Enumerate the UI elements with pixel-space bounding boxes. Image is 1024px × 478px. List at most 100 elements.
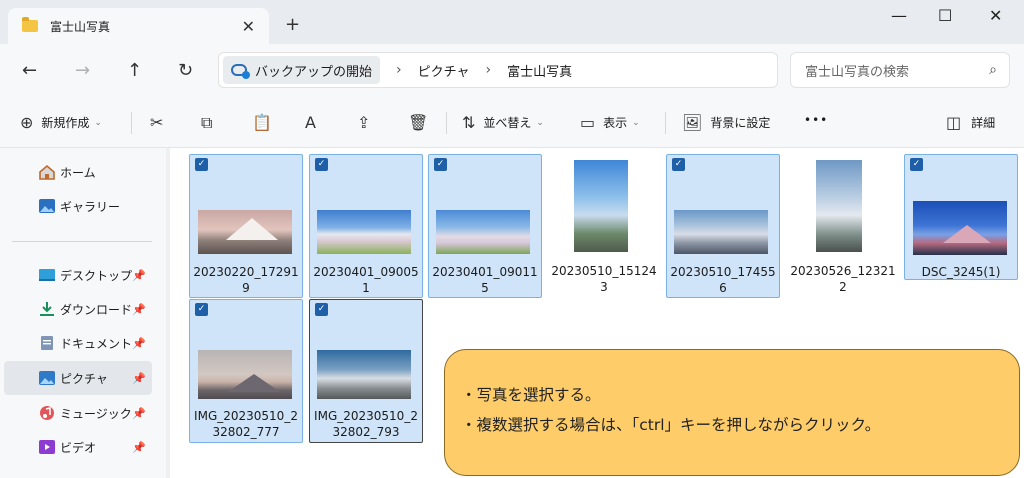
cut-icon[interactable]: ✂ bbox=[150, 113, 163, 132]
address-bar[interactable]: バックアップの開始 › ピクチャ › 富士山写真 bbox=[218, 52, 778, 88]
checkbox-checked-icon[interactable]: ✓ bbox=[910, 158, 923, 171]
divider bbox=[665, 112, 666, 134]
sidebar-item-music[interactable]: ミュージック 📌 bbox=[4, 396, 152, 430]
callout-line-1: ・写真を選択する。 bbox=[461, 386, 601, 404]
pin-icon[interactable]: 📌 bbox=[132, 303, 146, 316]
file-tile[interactable]: ✓ 20230510_17455 6 bbox=[666, 154, 780, 298]
command-bar: ⊕ 新規作成 ⌄ ✂ ⧉ 📋 A ⇪ 🗑 ⇅ 並べ替え ⌄ ▭ 表示 ⌄ 🖼 背… bbox=[0, 96, 1024, 148]
instruction-callout: ・写真を選択する。 ・複数選択する場合は、「ctrl」キーを押しながらクリック。 bbox=[444, 349, 1020, 476]
copy-icon[interactable]: ⧉ bbox=[201, 113, 212, 133]
paste-icon[interactable]: 📋 bbox=[252, 113, 272, 132]
sidebar-label: ダウンロード bbox=[60, 302, 133, 317]
details-pane-icon: ◫ bbox=[946, 113, 962, 132]
file-tile[interactable]: ✓ 20230401_09005 1 bbox=[309, 154, 423, 298]
more-options-icon[interactable]: ••• bbox=[804, 113, 828, 127]
pin-icon[interactable]: 📌 bbox=[132, 372, 146, 385]
callout-line-2: ・複数選択する場合は、「ctrl」キーを押しながらクリック。 bbox=[461, 416, 881, 434]
tab-fuji-photos[interactable]: 富士山写真 ✕ bbox=[8, 8, 269, 44]
view-icon: ▭ bbox=[580, 113, 596, 132]
cloud-backup-icon bbox=[231, 64, 250, 79]
sidebar-label: ホーム bbox=[60, 165, 96, 180]
checkbox-checked-icon[interactable]: ✓ bbox=[195, 303, 208, 316]
breadcrumb-fuji-photos[interactable]: 富士山写真 bbox=[507, 61, 572, 80]
search-input[interactable]: 富士山写真の検索 ⌕ bbox=[790, 52, 1010, 88]
file-name-cont: 32802_777 bbox=[212, 425, 280, 439]
pin-icon[interactable]: 📌 bbox=[132, 269, 146, 282]
video-icon bbox=[39, 440, 55, 454]
file-name: 20230510_17455 bbox=[670, 265, 776, 279]
breadcrumb-pictures[interactable]: ピクチャ bbox=[418, 61, 470, 80]
title-bar: 富士山写真 ✕ + — ☐ ✕ bbox=[0, 0, 1024, 44]
file-name: DSC_3245(1) bbox=[921, 265, 1001, 279]
chevron-down-icon: ⌄ bbox=[94, 117, 102, 128]
sort-button[interactable]: ⇅ 並べ替え ⌄ bbox=[462, 113, 544, 132]
file-tile[interactable]: 20230526_12321 2 bbox=[786, 154, 900, 298]
share-icon[interactable]: ⇪ bbox=[357, 113, 370, 132]
sidebar-item-downloads[interactable]: ダウンロード 📌 bbox=[4, 292, 152, 326]
close-button[interactable]: ✕ bbox=[989, 6, 1002, 25]
file-name: 20230526_12321 bbox=[790, 264, 896, 278]
pin-icon[interactable]: 📌 bbox=[132, 441, 146, 454]
back-button[interactable]: ← bbox=[22, 60, 37, 81]
file-tile[interactable]: ✓ 20230220_17291 9 bbox=[189, 154, 303, 298]
breadcrumb-root[interactable]: バックアップの開始 bbox=[223, 56, 381, 84]
plus-circle-icon: ⊕ bbox=[20, 113, 34, 132]
chevron-down-icon: ⌄ bbox=[536, 117, 544, 128]
checkbox-checked-icon[interactable]: ✓ bbox=[195, 158, 208, 171]
forward-button[interactable]: → bbox=[75, 60, 90, 81]
gallery-icon bbox=[39, 199, 55, 213]
navigation-pane: ホーム ギャラリー デスクトップ 📌 ダウンロード 📌 ドキュメント 📌 ピクチ… bbox=[0, 148, 166, 478]
breadcrumb-separator-icon[interactable]: › bbox=[486, 62, 492, 78]
checkbox-checked-icon[interactable]: ✓ bbox=[315, 158, 328, 171]
file-tile[interactable]: ✓ DSC_3245(1) bbox=[904, 154, 1018, 280]
photo-thumbnail bbox=[913, 201, 1007, 255]
breadcrumb-separator-icon[interactable]: › bbox=[396, 62, 402, 78]
refresh-button[interactable]: ↻ bbox=[178, 60, 193, 81]
sidebar-item-desktop[interactable]: デスクトップ 📌 bbox=[4, 258, 152, 292]
up-button[interactable]: ↑ bbox=[127, 60, 142, 81]
file-name: IMG_20230510_2 bbox=[194, 409, 298, 423]
sidebar-item-gallery[interactable]: ギャラリー bbox=[4, 189, 152, 223]
sidebar-label: ドキュメント bbox=[60, 336, 133, 351]
sidebar-label: ビデオ bbox=[60, 440, 97, 455]
sidebar-label: ピクチャ bbox=[60, 371, 108, 386]
search-placeholder: 富士山写真の検索 bbox=[805, 64, 910, 80]
details-label: 詳細 bbox=[971, 116, 996, 130]
sidebar-label: デスクトップ bbox=[60, 268, 133, 283]
tab-close-icon[interactable]: ✕ bbox=[242, 17, 255, 36]
file-name: 20230401_09011 bbox=[432, 265, 538, 279]
file-name-cont: 32802_793 bbox=[332, 425, 400, 439]
new-button[interactable]: ⊕ 新規作成 ⌄ bbox=[20, 113, 102, 132]
minimize-button[interactable]: — bbox=[891, 6, 907, 25]
details-button[interactable]: ◫ 詳細 bbox=[946, 113, 995, 132]
file-tile[interactable]: 20230510_15124 3 bbox=[547, 154, 661, 298]
file-tile[interactable]: ✓ 20230401_09011 5 bbox=[428, 154, 542, 298]
checkbox-checked-icon[interactable]: ✓ bbox=[315, 303, 328, 316]
image-icon: 🖼 bbox=[682, 113, 703, 132]
photo-thumbnail bbox=[816, 160, 862, 252]
pin-icon[interactable]: 📌 bbox=[132, 337, 146, 350]
tab-title: 富士山写真 bbox=[50, 19, 111, 34]
new-tab-button[interactable]: + bbox=[285, 14, 300, 35]
file-tile[interactable]: ✓ IMG_20230510_2 32802_777 bbox=[189, 299, 303, 443]
file-name-cont: 1 bbox=[362, 281, 370, 295]
sidebar-item-videos[interactable]: ビデオ 📌 bbox=[4, 430, 152, 464]
checkbox-checked-icon[interactable]: ✓ bbox=[672, 158, 685, 171]
file-tile[interactable]: ✓ IMG_20230510_2 32802_793 bbox=[309, 299, 423, 443]
pin-icon[interactable]: 📌 bbox=[132, 407, 146, 420]
sidebar-item-home[interactable]: ホーム bbox=[4, 155, 152, 189]
view-button[interactable]: ▭ 表示 ⌄ bbox=[580, 113, 640, 132]
new-label: 新規作成 bbox=[41, 116, 90, 130]
sort-icon: ⇅ bbox=[462, 113, 476, 132]
music-icon bbox=[40, 406, 54, 420]
set-background-button[interactable]: 🖼 背景に設定 bbox=[682, 113, 770, 132]
maximize-button[interactable]: ☐ bbox=[938, 6, 952, 25]
delete-icon[interactable]: 🗑 bbox=[408, 113, 428, 132]
rename-icon[interactable]: A bbox=[305, 113, 316, 132]
sidebar-item-documents[interactable]: ドキュメント 📌 bbox=[4, 326, 152, 360]
view-label: 表示 bbox=[603, 116, 628, 130]
checkbox-checked-icon[interactable]: ✓ bbox=[434, 158, 447, 171]
file-name-cont: 2 bbox=[839, 280, 847, 294]
sidebar-item-pictures[interactable]: ピクチャ 📌 bbox=[4, 361, 152, 395]
breadcrumb-backup: バックアップの開始 bbox=[255, 64, 373, 80]
